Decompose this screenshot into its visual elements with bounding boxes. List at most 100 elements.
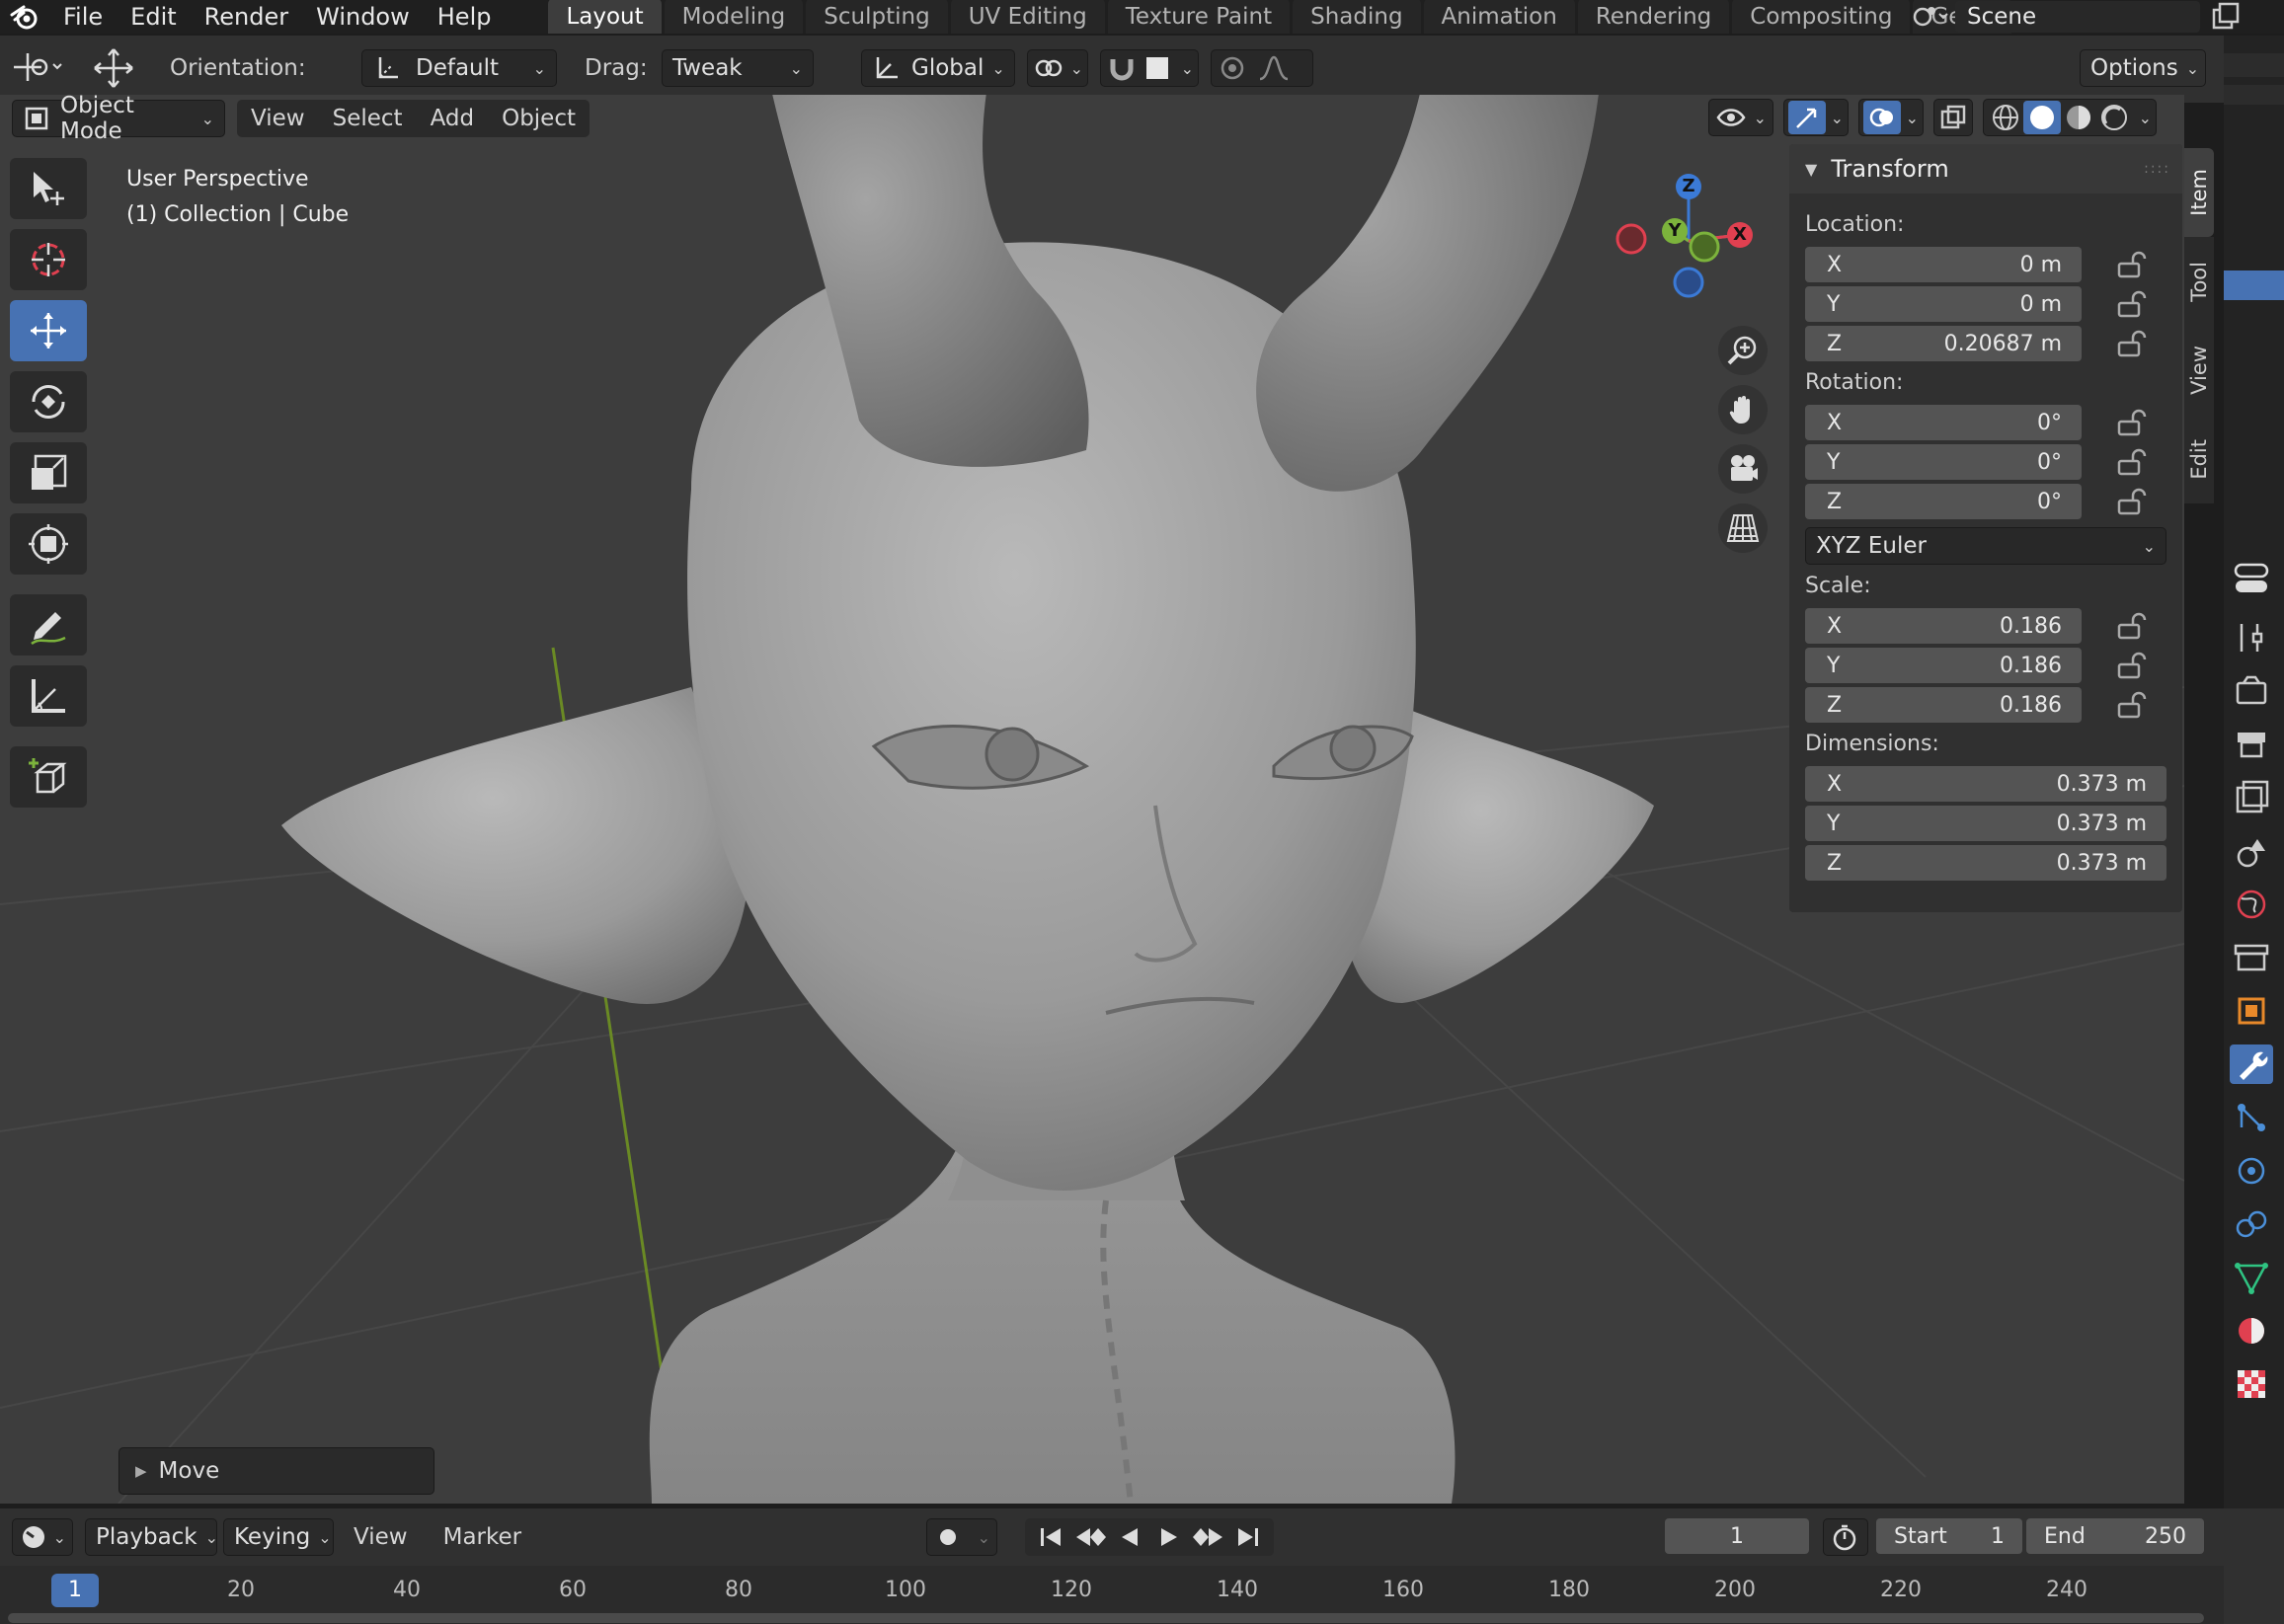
scene-name-field[interactable]: Scene bbox=[1955, 1, 2200, 33]
drag-handle-icon[interactable]: :::: bbox=[2144, 161, 2170, 177]
menu-edit[interactable]: Edit bbox=[117, 0, 190, 34]
select-tool-button[interactable] bbox=[10, 158, 87, 219]
texture-checker-icon[interactable] bbox=[2230, 1364, 2273, 1404]
scale-tool-button[interactable] bbox=[10, 442, 87, 503]
lock-icon[interactable] bbox=[2115, 289, 2149, 319]
orientation-dropdown[interactable]: Default ⌄ bbox=[361, 49, 557, 87]
material-icon[interactable] bbox=[2230, 1311, 2273, 1351]
menu-marker[interactable]: Marker bbox=[443, 1524, 522, 1550]
scene-selector[interactable]: Scene bbox=[1910, 0, 2200, 34]
auto-keying-dropdown[interactable]: ⌄ bbox=[926, 1518, 997, 1556]
physics-icon[interactable] bbox=[2230, 1151, 2273, 1191]
tab-animation[interactable]: Animation bbox=[1423, 0, 1575, 34]
gizmo-dropdown[interactable]: ⌄ bbox=[1783, 99, 1849, 136]
previous-keyframe-icon[interactable] bbox=[1070, 1522, 1110, 1552]
lock-icon[interactable] bbox=[2115, 651, 2149, 680]
menu-window[interactable]: Window bbox=[302, 0, 424, 34]
rotation-x-field[interactable]: X 0° bbox=[1805, 405, 2082, 440]
material-preview-icon[interactable] bbox=[2061, 102, 2096, 133]
tool-selector[interactable] bbox=[10, 48, 69, 86]
location-z-field[interactable]: Z 0.20687 m bbox=[1805, 326, 2082, 361]
proportional-editing-controls[interactable] bbox=[1211, 49, 1313, 87]
overlays-dropdown[interactable]: ⌄ bbox=[1858, 99, 1924, 136]
render-properties-icon[interactable] bbox=[2230, 671, 2273, 711]
rotate-tool-button[interactable] bbox=[10, 371, 87, 432]
pan-button[interactable] bbox=[1718, 385, 1768, 434]
jump-to-end-icon[interactable] bbox=[1228, 1522, 1268, 1552]
blender-logo-icon[interactable] bbox=[0, 0, 49, 34]
add-cube-tool-button[interactable] bbox=[10, 746, 87, 808]
location-y-field[interactable]: Y 0 m bbox=[1805, 286, 2082, 322]
snapping-controls[interactable]: ⌄ bbox=[1100, 49, 1199, 87]
menu-view[interactable]: View bbox=[354, 1524, 408, 1550]
visibility-dropdown[interactable]: ⌄ bbox=[1708, 99, 1773, 136]
lock-icon[interactable] bbox=[2115, 250, 2149, 279]
rotation-y-field[interactable]: Y 0° bbox=[1805, 444, 2082, 480]
tab-texture-paint[interactable]: Texture Paint bbox=[1107, 0, 1291, 34]
next-keyframe-icon[interactable] bbox=[1189, 1522, 1228, 1552]
current-frame-field[interactable]: 1 bbox=[1665, 1518, 1809, 1554]
rotation-mode-dropdown[interactable]: XYZ Euler ⌄ bbox=[1805, 527, 2166, 565]
transform-panel-header[interactable]: ▼ Transform :::: bbox=[1789, 144, 2182, 193]
xray-toggle[interactable] bbox=[1933, 99, 1973, 136]
cursor-tool-button[interactable] bbox=[10, 229, 87, 290]
lock-icon[interactable] bbox=[2115, 487, 2149, 516]
scale-y-field[interactable]: Y 0.186 bbox=[1805, 648, 2082, 683]
object-properties-icon[interactable] bbox=[2230, 991, 2273, 1031]
tab-sculpting[interactable]: Sculpting bbox=[806, 0, 948, 34]
options-dropdown[interactable]: Options ⌄ bbox=[2080, 49, 2206, 87]
location-x-field[interactable]: X 0 m bbox=[1805, 247, 2082, 282]
gizmo-z-axis[interactable]: Z bbox=[1676, 174, 1701, 199]
sidebar-tab-edit[interactable]: Edit bbox=[2184, 415, 2214, 503]
sidebar-tab-view[interactable]: View bbox=[2184, 326, 2214, 415]
lock-icon[interactable] bbox=[2115, 408, 2149, 437]
data-mesh-icon[interactable] bbox=[2230, 1258, 2273, 1297]
tab-uv-editing[interactable]: UV Editing bbox=[950, 0, 1105, 34]
navigation-gizmo[interactable]: Z Y X bbox=[1610, 164, 1758, 312]
sidebar-tab-tool[interactable]: Tool bbox=[2184, 237, 2214, 326]
outliner-selected-row[interactable] bbox=[2224, 271, 2284, 300]
frame-ruler[interactable]: 1 20 40 60 80 100 120 140 160 180 200 220 240 bbox=[0, 1566, 2224, 1624]
play-icon[interactable] bbox=[1149, 1522, 1189, 1552]
jump-to-start-icon[interactable] bbox=[1031, 1522, 1070, 1552]
menu-render[interactable]: Render bbox=[191, 0, 302, 34]
editor-type-dropdown[interactable]: ⌄ bbox=[12, 1518, 73, 1556]
menu-add[interactable]: Add bbox=[417, 106, 489, 131]
playback-menu[interactable]: Playback ⌄ bbox=[85, 1518, 218, 1556]
tool-settings-icon[interactable] bbox=[2230, 618, 2273, 657]
transform-orientation-dropdown[interactable]: Global ⌄ bbox=[861, 49, 1015, 87]
start-frame-field[interactable]: Start 1 bbox=[1876, 1518, 2022, 1554]
lock-icon[interactable] bbox=[2115, 690, 2149, 720]
tab-layout[interactable]: Layout bbox=[548, 0, 662, 34]
annotate-tool-button[interactable] bbox=[10, 594, 87, 656]
camera-view-button[interactable] bbox=[1718, 444, 1768, 494]
zoom-button[interactable] bbox=[1718, 326, 1768, 375]
last-operation-panel[interactable]: ▶ Move bbox=[118, 1447, 434, 1495]
move-tool-button[interactable] bbox=[10, 300, 87, 361]
menu-file[interactable]: File bbox=[49, 0, 117, 34]
use-preview-range-toggle[interactable] bbox=[1823, 1518, 1868, 1556]
dimensions-y-field[interactable]: Y 0.373 m bbox=[1805, 806, 2166, 841]
rotation-z-field[interactable]: Z 0° bbox=[1805, 484, 2082, 519]
particles-icon[interactable] bbox=[2230, 1098, 2273, 1137]
world-properties-icon[interactable] bbox=[2230, 885, 2273, 924]
keying-menu[interactable]: Keying ⌄ bbox=[223, 1518, 334, 1556]
menu-help[interactable]: Help bbox=[424, 0, 506, 34]
new-scene-icon[interactable] bbox=[2210, 2, 2244, 32]
playhead[interactable]: 1 bbox=[51, 1574, 99, 1607]
dimensions-z-field[interactable]: Z 0.373 m bbox=[1805, 845, 2166, 881]
rendered-shading-icon[interactable] bbox=[2096, 102, 2132, 133]
menu-view[interactable]: View bbox=[237, 106, 319, 131]
timeline-scrollbar[interactable] bbox=[8, 1613, 2204, 1623]
dimensions-x-field[interactable]: X 0.373 m bbox=[1805, 766, 2166, 802]
gizmo-x-axis[interactable]: X bbox=[1727, 222, 1753, 248]
scale-z-field[interactable]: Z 0.186 bbox=[1805, 687, 2082, 723]
lock-icon[interactable] bbox=[2115, 329, 2149, 358]
measure-tool-button[interactable] bbox=[10, 665, 87, 727]
solid-shading-icon[interactable] bbox=[2023, 101, 2061, 134]
sidebar-tab-item[interactable]: Item bbox=[2184, 148, 2214, 237]
lock-icon[interactable] bbox=[2115, 447, 2149, 477]
play-reverse-icon[interactable] bbox=[1110, 1522, 1149, 1552]
lock-icon[interactable] bbox=[2115, 611, 2149, 641]
gizmo-y-axis[interactable]: Y bbox=[1662, 218, 1688, 244]
